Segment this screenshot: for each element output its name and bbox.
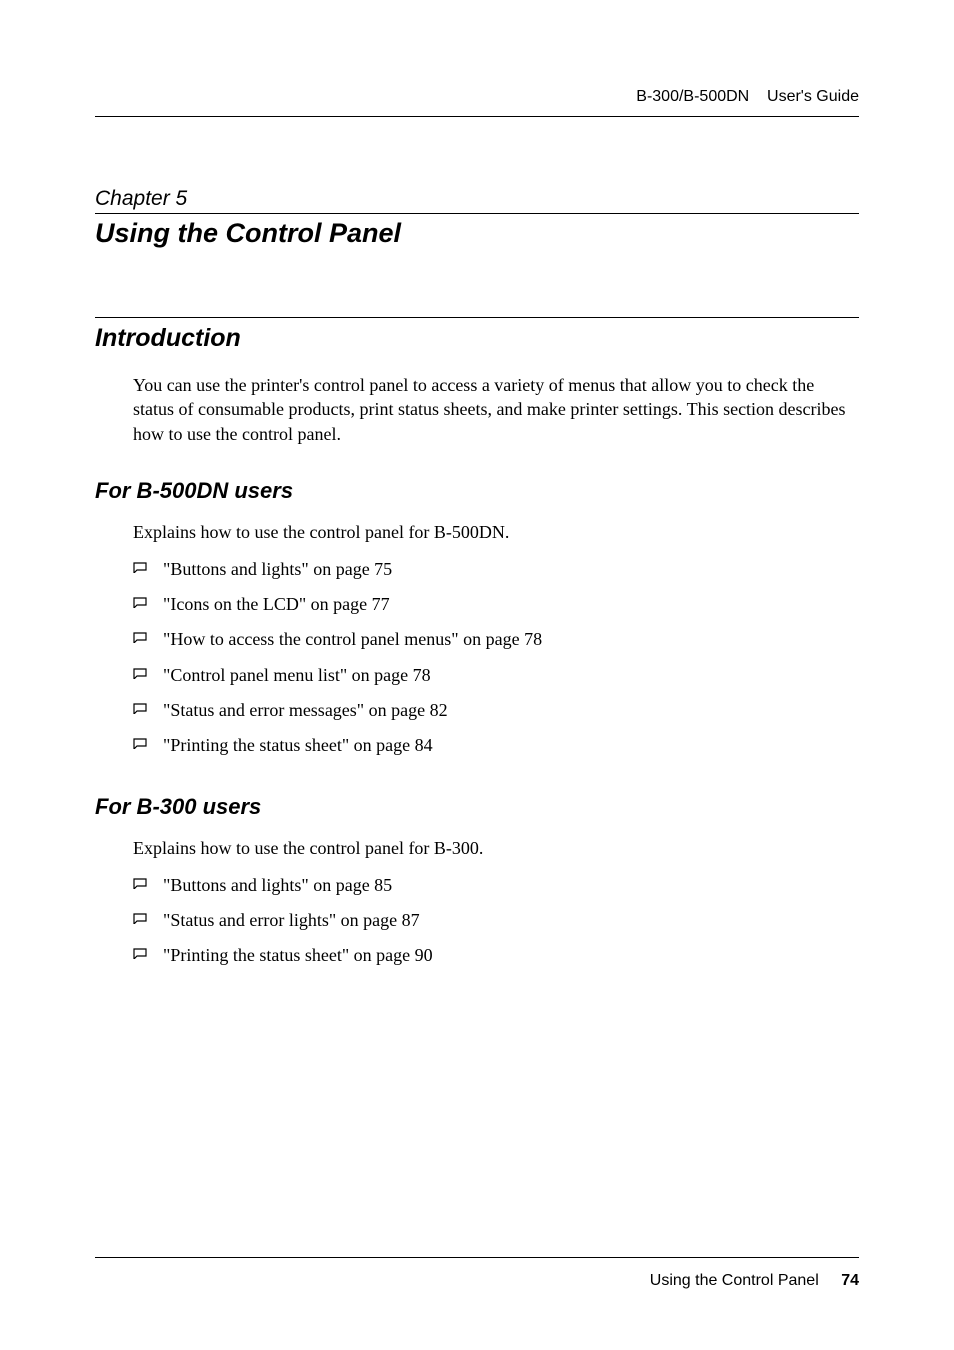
list-item: "Icons on the LCD" on page 77 — [133, 592, 859, 616]
list-item: "Printing the status sheet" on page 84 — [133, 733, 859, 757]
b300-list: "Buttons and lights" on page 85 "Status … — [133, 873, 859, 968]
intro-paragraph: You can use the printer's control panel … — [133, 373, 859, 446]
section-heading-b300: For B-300 users — [95, 794, 859, 820]
footer-section: Using the Control Panel — [650, 1272, 819, 1289]
list-item-text: "Icons on the LCD" on page 77 — [163, 594, 390, 614]
chapter-title: Using the Control Panel — [95, 213, 859, 249]
bullet-icon — [133, 632, 147, 643]
list-item: "Control panel menu list" on page 78 — [133, 663, 859, 687]
bullet-icon — [133, 878, 147, 889]
list-item: "Status and error messages" on page 82 — [133, 698, 859, 722]
bullet-icon — [133, 913, 147, 924]
list-item: "Buttons and lights" on page 75 — [133, 557, 859, 581]
section-heading-introduction: Introduction — [95, 317, 859, 353]
section-heading-b500: For B-500DN users — [95, 478, 859, 504]
b500-list: "Buttons and lights" on page 75 "Icons o… — [133, 557, 859, 758]
bullet-icon — [133, 668, 147, 679]
list-item: "Buttons and lights" on page 85 — [133, 873, 859, 897]
running-header: B-300/B-500DN User's Guide — [95, 88, 859, 117]
bullet-icon — [133, 738, 147, 749]
page-footer: Using the Control Panel 74 — [95, 1257, 859, 1290]
list-item-text: "Status and error messages" on page 82 — [163, 700, 448, 720]
bullet-icon — [133, 597, 147, 608]
list-item: "Status and error lights" on page 87 — [133, 908, 859, 932]
bullet-icon — [133, 948, 147, 959]
b500-intro: Explains how to use the control panel fo… — [133, 522, 859, 543]
bullet-icon — [133, 562, 147, 573]
list-item: "Printing the status sheet" on page 90 — [133, 943, 859, 967]
page-container: B-300/B-500DN User's Guide Chapter 5 Usi… — [0, 0, 954, 1350]
list-item-text: "How to access the control panel menus" … — [163, 629, 542, 649]
list-item: "How to access the control panel menus" … — [133, 627, 859, 651]
list-item-text: "Control panel menu list" on page 78 — [163, 665, 431, 685]
list-item-text: "Printing the status sheet" on page 84 — [163, 735, 433, 755]
chapter-label: Chapter 5 — [95, 187, 859, 211]
list-item-text: "Printing the status sheet" on page 90 — [163, 945, 433, 965]
list-item-text: "Buttons and lights" on page 85 — [163, 875, 392, 895]
header-product: B-300/B-500DN — [636, 88, 749, 105]
bullet-icon — [133, 703, 147, 714]
header-doc: User's Guide — [767, 88, 859, 105]
b300-intro: Explains how to use the control panel fo… — [133, 838, 859, 859]
list-item-text: "Status and error lights" on page 87 — [163, 910, 420, 930]
list-item-text: "Buttons and lights" on page 75 — [163, 559, 392, 579]
footer-page-number: 74 — [841, 1272, 859, 1289]
